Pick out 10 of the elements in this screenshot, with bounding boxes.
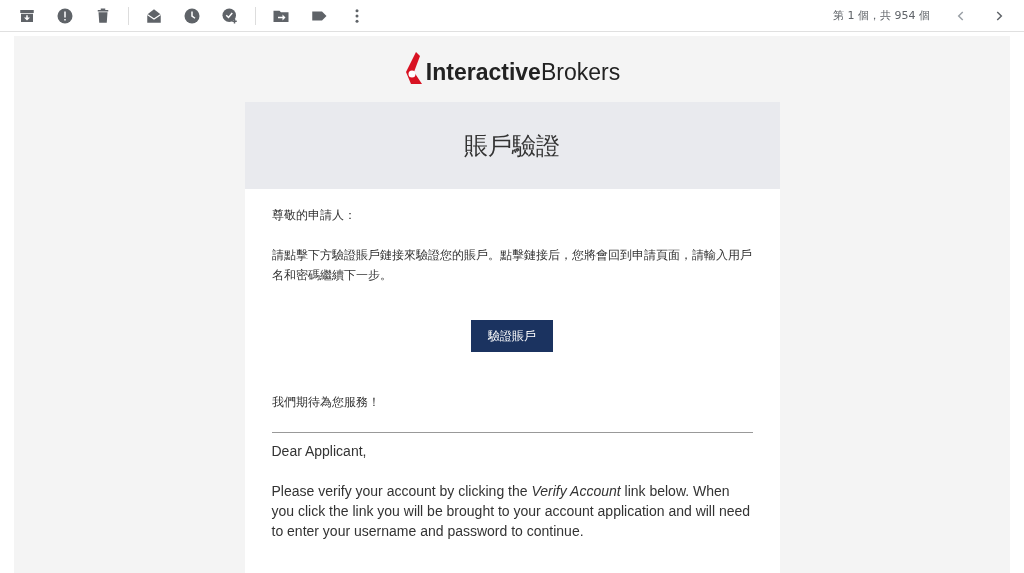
- greeting-text: Dear Applicant,: [271, 442, 368, 461]
- closing-text: 我們期待為您服務！: [271, 394, 381, 411]
- body-paragraph: 請點擊下方驗證賬戶鏈接來驗證您的賬戶。點擊鏈接后，您將會回到申請頁面，請輸入用戶名和密碼繼續下一步。: [271, 247, 753, 284]
- greeting-text: 尊敬的申請人：: [271, 207, 357, 224]
- email-title: 賬戶驗證: [464, 130, 560, 162]
- body-paragraph: Please verify your account by clicking the Verify Account link below. When you click the link you will be brought to your account application and will need to enter your username and password to continue.: [271, 482, 752, 541]
- verify-account-button[interactable]: 驗證賬戶: [471, 320, 553, 352]
- logo-icon: [403, 52, 424, 86]
- pagination-count: 第 1 個，共 954 個: [833, 8, 930, 23]
- logo: InteractiveBrokers: [425, 59, 621, 86]
